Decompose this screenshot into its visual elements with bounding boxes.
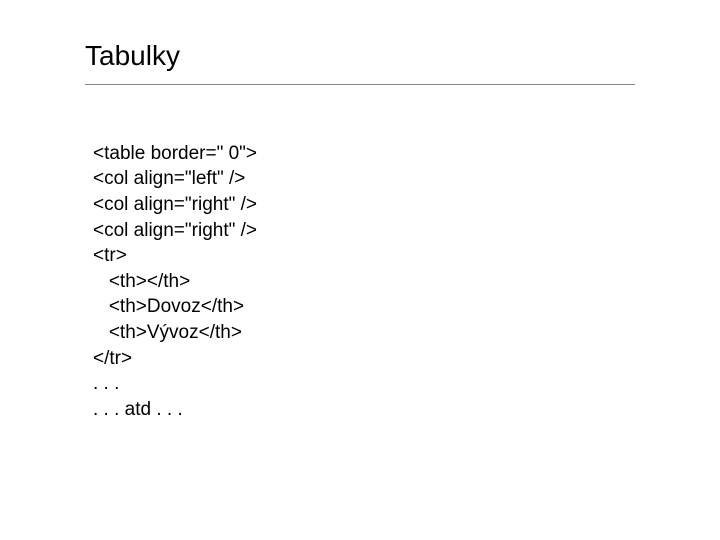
code-line: <col align="right" />: [93, 194, 257, 215]
code-block: <table border=" 0"> <col align="left" />…: [85, 115, 635, 423]
code-line: . . .: [93, 373, 119, 394]
code-line: <th>Dovoz</th>: [93, 296, 244, 317]
code-line: <th></th>: [93, 271, 190, 292]
code-line: <th>Vývoz</th>: [93, 322, 242, 343]
code-line: <table border=" 0">: [93, 143, 257, 164]
code-line: . . . atd . . .: [93, 399, 183, 420]
code-line: <col align="right" />: [93, 220, 257, 241]
slide-title: Tabulky: [85, 40, 635, 85]
code-line: </tr>: [93, 348, 132, 369]
code-line: <tr>: [93, 245, 127, 266]
code-line: <col align="left" />: [93, 168, 245, 189]
